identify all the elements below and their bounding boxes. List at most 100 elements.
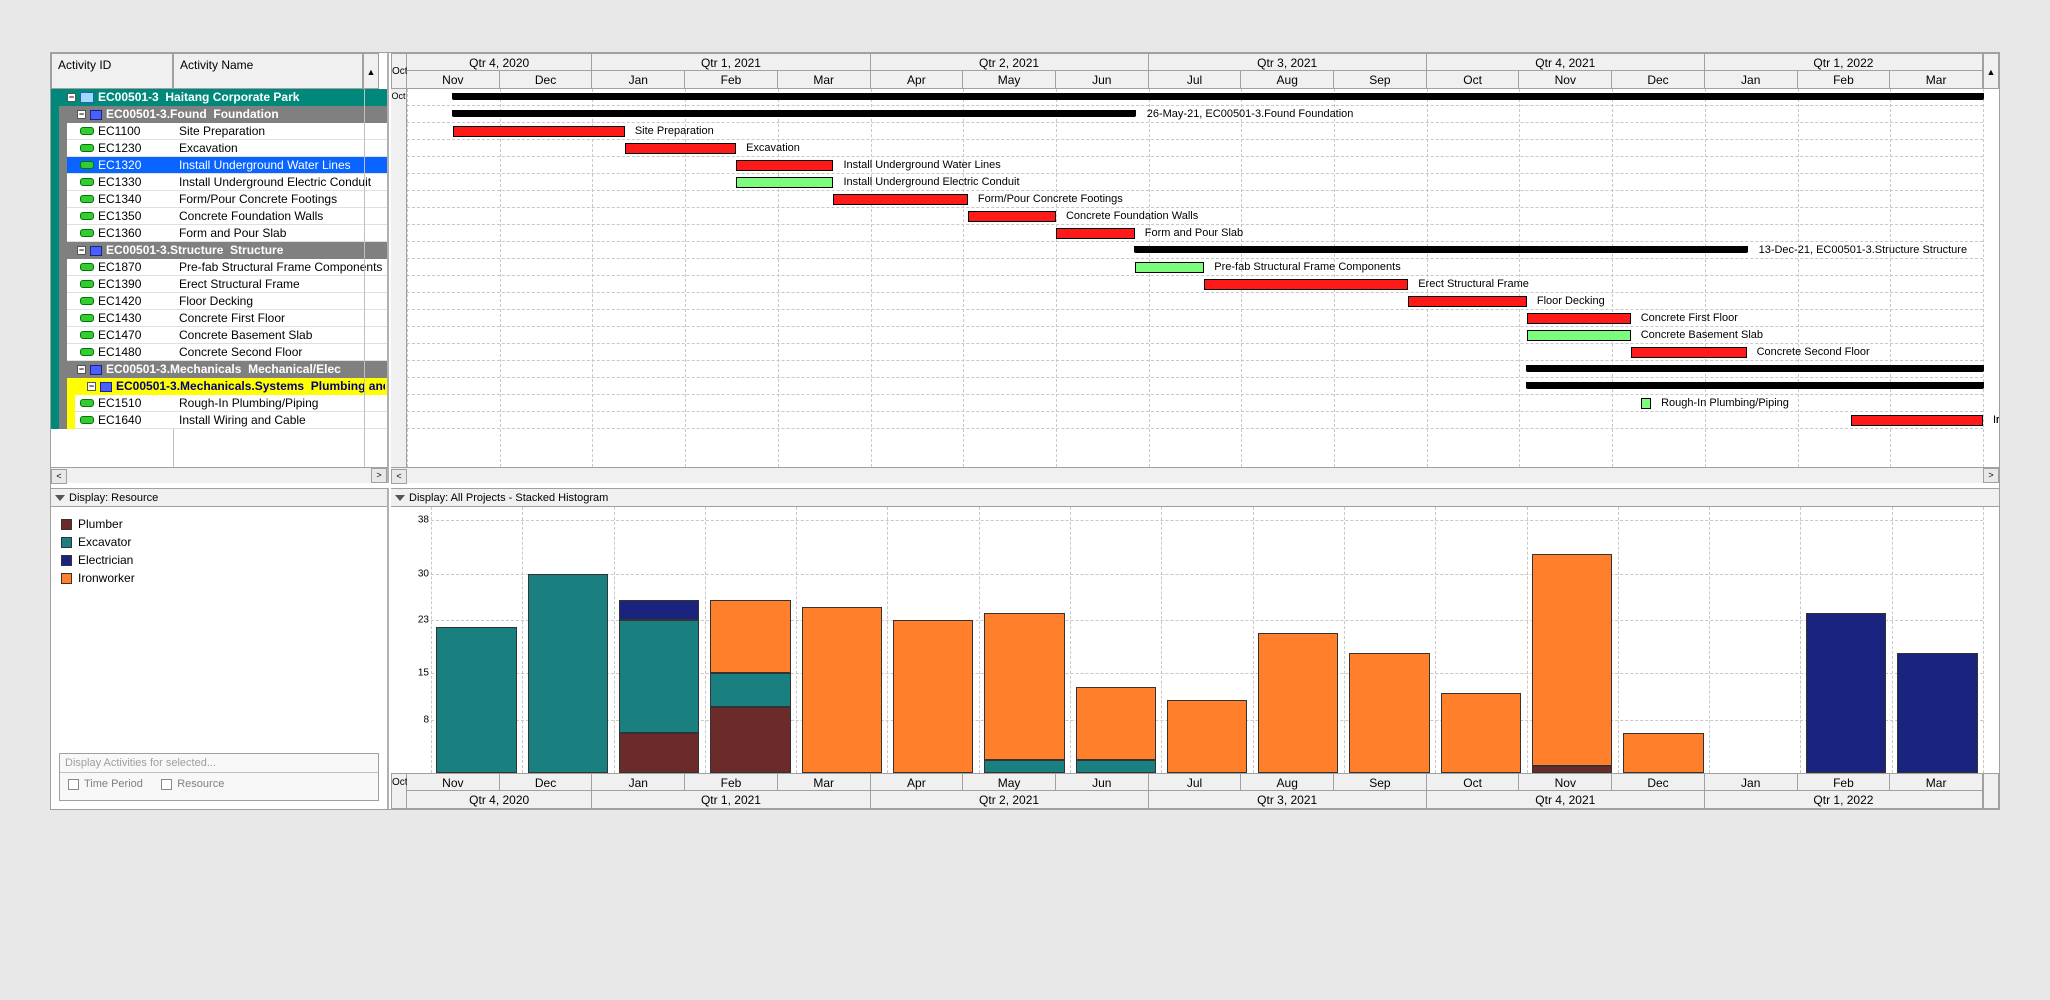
histogram-bar[interactable] bbox=[436, 507, 516, 773]
table-row[interactable]: EC1340Form/Pour Concrete Footings bbox=[51, 191, 387, 208]
histogram-segment bbox=[1258, 633, 1338, 773]
table-row[interactable]: EC1320Install Underground Water Lines bbox=[51, 157, 387, 174]
histogram-body[interactable]: 815233038 bbox=[391, 507, 1999, 773]
gantt-summary-bar[interactable] bbox=[1527, 382, 1983, 389]
vscroll-up-icon[interactable]: ▲ bbox=[363, 53, 379, 89]
table-row[interactable]: −EC00501-3 Haitang Corporate Park bbox=[51, 89, 387, 106]
legend-item[interactable]: Ironworker bbox=[61, 569, 377, 587]
wbs-icon bbox=[100, 382, 112, 392]
scroll-right-icon[interactable]: > bbox=[1983, 468, 1999, 483]
table-row[interactable]: −EC00501-3.Mechanicals Mechanical/Elec bbox=[51, 361, 387, 378]
gantt-task-bar[interactable] bbox=[1408, 296, 1527, 307]
collapse-icon[interactable]: − bbox=[87, 382, 96, 391]
table-row[interactable]: EC1510Rough-In Plumbing/Piping bbox=[51, 395, 387, 412]
histogram-segment bbox=[1076, 687, 1156, 760]
table-row[interactable]: EC1470Concrete Basement Slab bbox=[51, 327, 387, 344]
histogram-bar[interactable] bbox=[1258, 507, 1338, 773]
collapse-icon[interactable]: − bbox=[67, 93, 76, 102]
histogram-bar[interactable] bbox=[1623, 507, 1703, 773]
gantt-task-bar[interactable] bbox=[1527, 313, 1631, 324]
histogram-bar[interactable] bbox=[1167, 507, 1247, 773]
table-row[interactable]: EC1390Erect Structural Frame bbox=[51, 276, 387, 293]
legend-item[interactable]: Excavator bbox=[61, 533, 377, 551]
table-row[interactable]: EC1480Concrete Second Floor bbox=[51, 344, 387, 361]
gantt-task-bar[interactable] bbox=[1631, 347, 1747, 358]
histogram-segment bbox=[436, 627, 516, 773]
gantt-task-bar[interactable] bbox=[1056, 228, 1135, 239]
histogram-bar[interactable] bbox=[1715, 507, 1795, 773]
histogram-bar[interactable] bbox=[1806, 507, 1886, 773]
gantt-task-bar[interactable] bbox=[833, 194, 967, 205]
activity-hscroll[interactable]: < > bbox=[51, 467, 387, 483]
gantt-task-bar[interactable] bbox=[736, 160, 833, 171]
gantt-task-bar[interactable] bbox=[1851, 415, 1983, 426]
histogram-bar[interactable] bbox=[802, 507, 882, 773]
histogram-bar[interactable] bbox=[619, 507, 699, 773]
gantt-task-bar[interactable] bbox=[736, 177, 833, 188]
histogram-segment bbox=[619, 620, 699, 733]
legend-item[interactable]: Plumber bbox=[61, 515, 377, 533]
resource-checkbox[interactable] bbox=[161, 779, 172, 790]
histogram-bar[interactable] bbox=[1441, 507, 1521, 773]
histogram-segment bbox=[984, 760, 1064, 773]
table-row[interactable]: EC1430Concrete First Floor bbox=[51, 310, 387, 327]
scroll-left-icon[interactable]: < bbox=[51, 469, 67, 484]
table-row[interactable]: −EC00501-3.Mechanicals.Systems Plumbing … bbox=[51, 378, 387, 395]
legend-item[interactable]: Electrician bbox=[61, 551, 377, 569]
col-activity-name[interactable]: Activity Name bbox=[173, 53, 363, 89]
table-row[interactable]: EC1640Install Wiring and Cable bbox=[51, 412, 387, 429]
gantt-hscroll[interactable]: < > bbox=[391, 467, 1999, 483]
histogram-bar[interactable] bbox=[1076, 507, 1156, 773]
histogram-bar[interactable] bbox=[984, 507, 1064, 773]
table-row[interactable]: EC1100Site Preparation bbox=[51, 123, 387, 140]
histogram-bar[interactable] bbox=[1349, 507, 1429, 773]
gantt-summary-bar[interactable] bbox=[453, 110, 1134, 117]
gantt-task-bar[interactable] bbox=[1527, 330, 1631, 341]
table-row[interactable]: −EC00501-3.Found Foundation bbox=[51, 106, 387, 123]
col-activity-id[interactable]: Activity ID bbox=[51, 53, 173, 89]
resource-display-header[interactable]: Display: Resource bbox=[51, 489, 387, 507]
histogram-bar[interactable] bbox=[710, 507, 790, 773]
gantt-body[interactable]: Oct 26-May-21, EC00501-3.Found Foundatio… bbox=[391, 89, 1999, 467]
gantt-task-bar[interactable] bbox=[1204, 279, 1408, 290]
time-period-checkbox[interactable] bbox=[68, 779, 79, 790]
histogram-display-header[interactable]: Display: All Projects - Stacked Histogra… bbox=[391, 489, 1999, 507]
table-row[interactable]: EC1350Concrete Foundation Walls bbox=[51, 208, 387, 225]
collapse-icon[interactable]: − bbox=[77, 110, 86, 119]
table-row[interactable]: EC1420Floor Decking bbox=[51, 293, 387, 310]
histogram-bar[interactable] bbox=[528, 507, 608, 773]
table-row[interactable]: EC1330Install Underground Electric Condu… bbox=[51, 174, 387, 191]
quarter-header: Qtr 1, 2022 bbox=[1705, 53, 1983, 71]
activity-id: EC1510 bbox=[98, 395, 173, 412]
table-row[interactable]: EC1360Form and Pour Slab bbox=[51, 225, 387, 242]
histogram-bar[interactable] bbox=[1897, 507, 1977, 773]
histogram-timescale[interactable]: Oct Qtr 4, 2020NovDecQtr 1, 2021JanFebMa… bbox=[391, 773, 1999, 809]
month-header: Oct bbox=[1427, 71, 1520, 89]
vscroll-up-icon[interactable]: ▲ bbox=[1983, 53, 1999, 89]
gantt-task-bar[interactable] bbox=[968, 211, 1056, 222]
gantt-summary-bar[interactable] bbox=[1135, 246, 1747, 253]
gantt-task-bar[interactable] bbox=[453, 126, 625, 137]
histogram-split: Display: Resource PlumberExcavatorElectr… bbox=[51, 488, 1999, 809]
histogram-segment bbox=[619, 600, 699, 620]
collapse-icon[interactable]: − bbox=[77, 246, 86, 255]
histogram-bar[interactable] bbox=[1532, 507, 1612, 773]
gantt-task-bar[interactable] bbox=[1135, 262, 1205, 273]
table-row[interactable]: EC1230Excavation bbox=[51, 140, 387, 157]
table-row[interactable]: −EC00501-3.Structure Structure bbox=[51, 242, 387, 259]
scroll-left-icon[interactable]: < bbox=[391, 469, 407, 484]
collapse-icon[interactable]: − bbox=[77, 365, 86, 374]
activity-name: Form/Pour Concrete Footings bbox=[179, 191, 385, 208]
gantt-timescale[interactable]: Oct Qtr 4, 2020NovDecQtr 1, 2021JanFebMa… bbox=[391, 53, 1999, 89]
gantt-task-bar[interactable] bbox=[625, 143, 736, 154]
gantt-summary-bar[interactable] bbox=[1527, 365, 1983, 372]
histogram-yaxis: 815233038 bbox=[407, 507, 431, 773]
table-row[interactable]: EC1870Pre-fab Structural Frame Component… bbox=[51, 259, 387, 276]
scroll-right-icon[interactable]: > bbox=[371, 468, 387, 483]
display-activities-placeholder[interactable]: Display Activities for selected... bbox=[60, 754, 378, 773]
histogram-segment bbox=[893, 620, 973, 773]
activity-name: Concrete Basement Slab bbox=[179, 327, 385, 344]
gantt-summary-bar[interactable] bbox=[453, 93, 1983, 100]
histogram-bar[interactable] bbox=[893, 507, 973, 773]
gantt-task-bar[interactable] bbox=[1641, 398, 1651, 409]
